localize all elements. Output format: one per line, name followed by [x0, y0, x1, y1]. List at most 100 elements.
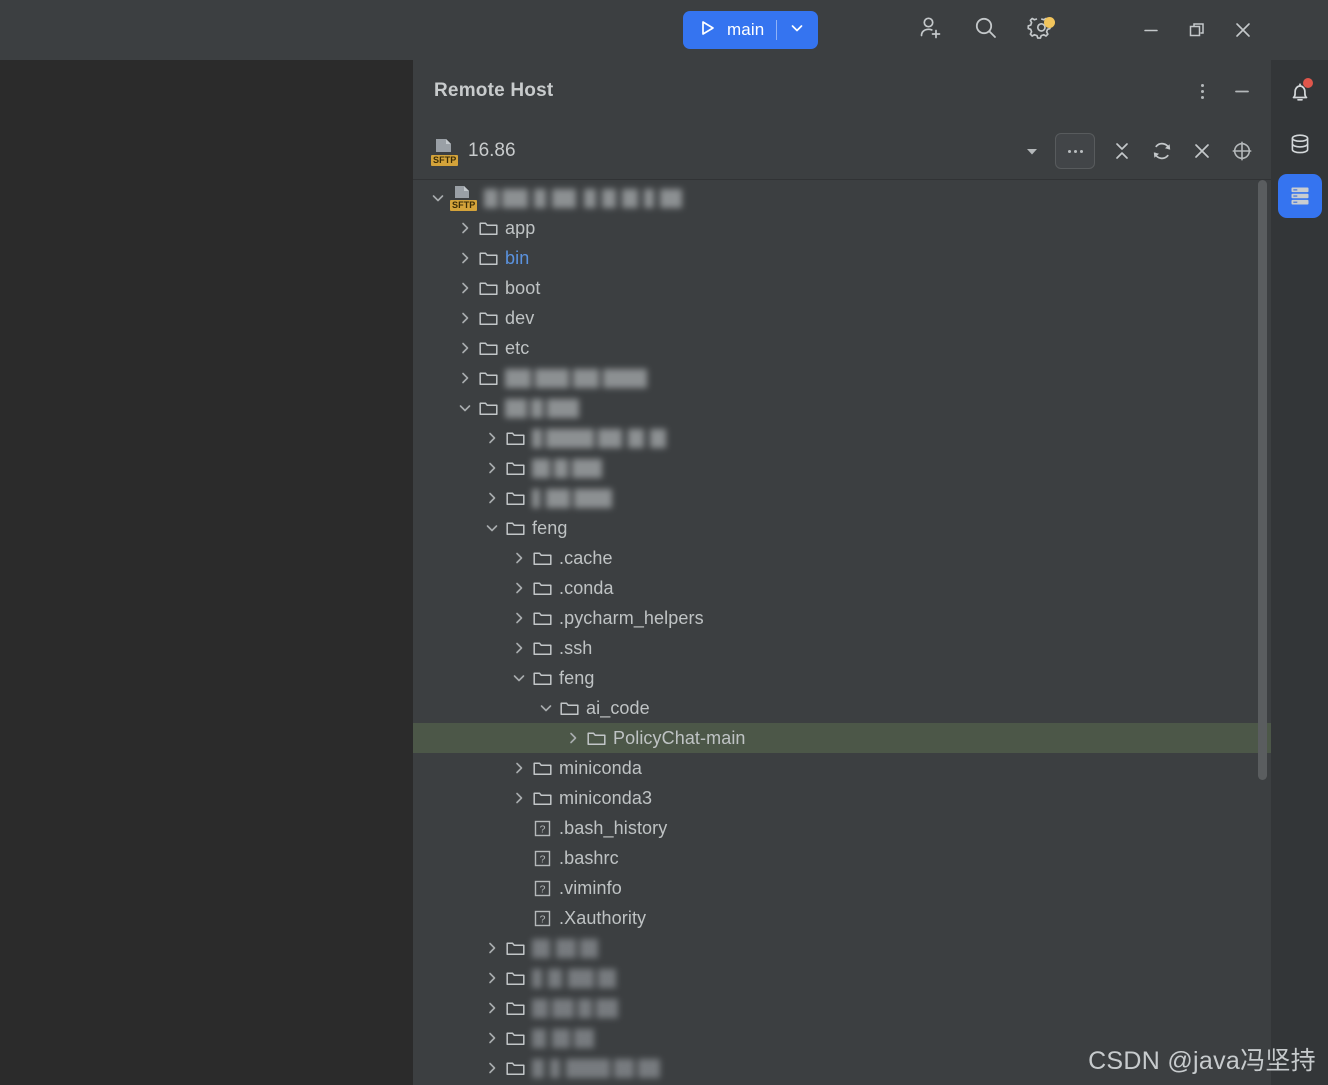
tree-row[interactable]: .ssh [413, 633, 1271, 663]
minimize-button[interactable] [1128, 7, 1174, 53]
chevron-down-icon[interactable] [508, 663, 530, 693]
chevron-right-icon[interactable] [481, 993, 503, 1023]
tree-row[interactable]: app [413, 213, 1271, 243]
database-button[interactable] [1278, 122, 1322, 166]
locate-button[interactable] [1223, 132, 1261, 170]
chevron-right-icon[interactable] [454, 273, 476, 303]
redacted-label [532, 998, 618, 1018]
folder-icon [503, 993, 527, 1023]
tree-row[interactable] [413, 453, 1271, 483]
tree-row[interactable]: etc [413, 333, 1271, 363]
chevron-right-icon[interactable] [454, 303, 476, 333]
tree-row-label: miniconda3 [559, 787, 653, 808]
tree-row-label: miniconda [559, 757, 642, 778]
chevron-right-icon[interactable] [508, 543, 530, 573]
chevron-right-icon[interactable] [508, 633, 530, 663]
folder-icon [476, 273, 500, 303]
tree-row[interactable]: .pycharm_helpers [413, 603, 1271, 633]
folder-icon [584, 723, 608, 753]
right-tool-stripe [1271, 60, 1328, 1085]
folder-icon [557, 693, 581, 723]
hide-panel-button[interactable] [1225, 74, 1259, 108]
chevron-right-icon[interactable] [562, 723, 584, 753]
collapse-all-button[interactable] [1103, 132, 1141, 170]
chevron-down-icon [789, 20, 805, 41]
chevron-right-icon[interactable] [454, 213, 476, 243]
tree-scrollbar-thumb[interactable] [1258, 180, 1267, 780]
svg-text:?: ? [539, 913, 545, 925]
restore-button[interactable] [1174, 7, 1220, 53]
connection-dropdown-button[interactable] [1013, 132, 1051, 170]
chevron-right-icon[interactable] [508, 573, 530, 603]
restore-icon [1190, 23, 1204, 37]
chevron-down-icon[interactable] [427, 183, 449, 213]
tree-row[interactable] [413, 993, 1271, 1023]
chevron-right-icon[interactable] [508, 783, 530, 813]
run-configuration-selector[interactable]: main [683, 11, 776, 49]
close-connection-button[interactable] [1183, 132, 1221, 170]
tree-row-selected[interactable]: PolicyChat-main [413, 723, 1271, 753]
editor-area[interactable] [0, 60, 413, 1085]
close-button[interactable] [1220, 7, 1266, 53]
run-configuration-dropdown[interactable] [777, 11, 818, 49]
tree-row[interactable]: dev [413, 303, 1271, 333]
tree-row[interactable] [413, 363, 1271, 393]
tree-row[interactable]: ? .Xauthority [413, 903, 1271, 933]
remote-host-button[interactable] [1277, 174, 1322, 218]
search-icon [971, 13, 1001, 48]
add-user-icon [915, 13, 945, 48]
tree-row[interactable]: bin [413, 243, 1271, 273]
notifications-button[interactable] [1278, 70, 1322, 114]
chevron-right-icon[interactable] [481, 963, 503, 993]
chevron-right-icon[interactable] [454, 363, 476, 393]
chevron-right-icon[interactable] [481, 453, 503, 483]
tree-row[interactable]: ? .bashrc [413, 843, 1271, 873]
chevron-right-icon[interactable] [481, 1053, 503, 1083]
search-button[interactable] [966, 10, 1006, 50]
tree-row[interactable]: ? .viminfo [413, 873, 1271, 903]
tree-row[interactable]: .conda [413, 573, 1271, 603]
tree-row[interactable]: boot [413, 273, 1271, 303]
folder-icon [503, 1023, 527, 1053]
chevron-down-icon [1027, 149, 1037, 155]
tree-row[interactable]: ai_code [413, 693, 1271, 723]
chevron-right-icon[interactable] [481, 933, 503, 963]
chevron-right-icon[interactable] [481, 1023, 503, 1053]
tree-row[interactable]: ? .bash_history [413, 813, 1271, 843]
chevron-right-icon[interactable] [481, 423, 503, 453]
redacted-label [532, 488, 612, 508]
chevron-down-icon[interactable] [535, 693, 557, 723]
settings-button[interactable] [1022, 10, 1062, 50]
run-configuration-widget[interactable]: main [683, 11, 819, 49]
redacted-label [532, 1058, 660, 1078]
window-controls [1128, 7, 1266, 53]
chevron-right-icon[interactable] [508, 753, 530, 783]
tree-row[interactable]: miniconda [413, 753, 1271, 783]
remote-file-tree[interactable]: SFTP app bin boot dev etc feng .cache .conda .pyc… [413, 179, 1271, 1085]
chevron-down-icon[interactable] [454, 393, 476, 423]
chevron-right-icon[interactable] [454, 333, 476, 363]
tree-scrollbar[interactable] [1258, 180, 1267, 1085]
more-actions-button[interactable] [1055, 133, 1095, 169]
tree-row[interactable] [413, 423, 1271, 453]
close-icon [1236, 23, 1251, 37]
chevron-right-icon[interactable] [481, 483, 503, 513]
folder-icon [530, 783, 554, 813]
folder-icon [530, 663, 554, 693]
tree-row[interactable] [413, 483, 1271, 513]
chevron-down-icon[interactable] [481, 513, 503, 543]
tree-row[interactable] [413, 963, 1271, 993]
chevron-right-icon[interactable] [508, 603, 530, 633]
add-user-button[interactable] [910, 10, 950, 50]
tree-row[interactable]: SFTP [413, 183, 1271, 213]
tree-row[interactable]: miniconda3 [413, 783, 1271, 813]
tree-row[interactable]: .cache [413, 543, 1271, 573]
tree-row-label: app [505, 217, 536, 238]
tree-row[interactable] [413, 393, 1271, 423]
tree-row[interactable]: feng [413, 513, 1271, 543]
more-options-button[interactable] [1185, 74, 1219, 108]
refresh-button[interactable] [1143, 132, 1181, 170]
tree-row[interactable]: feng [413, 663, 1271, 693]
chevron-right-icon[interactable] [454, 243, 476, 273]
tree-row[interactable] [413, 933, 1271, 963]
